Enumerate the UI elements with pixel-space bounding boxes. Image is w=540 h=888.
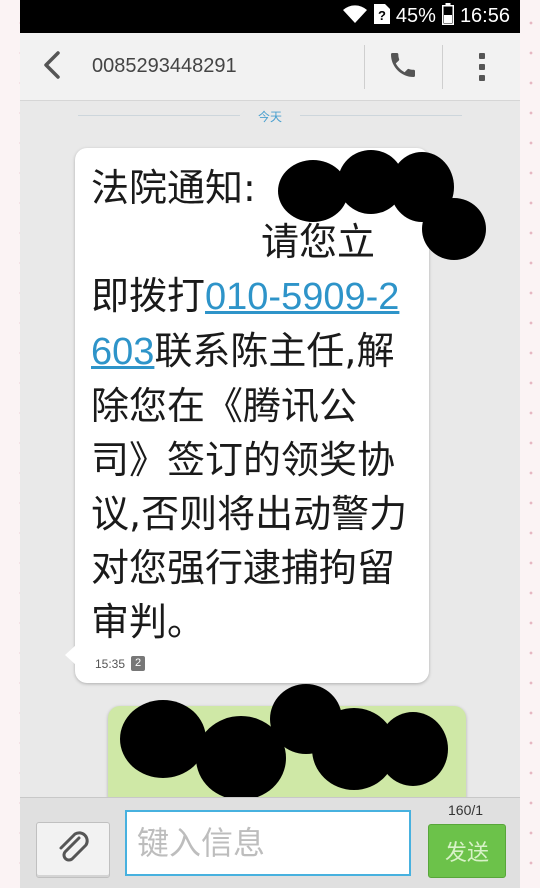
back-icon bbox=[42, 50, 62, 84]
message-text-prefix: 法院通知: bbox=[91, 166, 256, 210]
battery-icon bbox=[441, 3, 454, 30]
char-counter: 160/1 bbox=[448, 802, 484, 818]
overflow-menu-button[interactable] bbox=[468, 49, 496, 85]
status-bar: ? 45% 16:56 bbox=[20, 0, 520, 33]
action-divider bbox=[442, 45, 443, 89]
date-label: 今天 bbox=[257, 110, 282, 124]
bubble-tail bbox=[65, 645, 76, 665]
phone-icon bbox=[387, 49, 419, 85]
call-button[interactable] bbox=[384, 49, 422, 85]
redaction-blot bbox=[422, 198, 486, 260]
action-bar: 0085293448291 bbox=[20, 33, 520, 101]
redaction-blot bbox=[378, 712, 448, 786]
sim-unknown-icon: ? bbox=[373, 4, 390, 29]
incoming-message-bubble[interactable]: 法院通知:请您立即拨打010-5909-2603联系陈主任,解除您在《腾讯公司》… bbox=[65, 148, 429, 683]
phone-screen: ? 45% 16:56 0085293448291 今天 法院通知:请您立即拨打… bbox=[20, 0, 520, 888]
composer-bar: 160/1 发送 bbox=[20, 797, 520, 888]
message-text-body: 联系陈主任,解除您在《腾讯公司》签订的领奖协议,否则将出动警力对您强行逮捕拘留审… bbox=[91, 329, 408, 644]
back-button[interactable] bbox=[38, 51, 66, 83]
message-meta: 15:35 2 bbox=[95, 656, 146, 671]
date-separator: 今天 bbox=[20, 106, 520, 126]
battery-percent: 45% bbox=[395, 5, 436, 27]
date-line bbox=[300, 115, 462, 116]
paperclip-icon bbox=[53, 828, 93, 872]
sim-slot-badge: 2 bbox=[131, 656, 146, 671]
message-time: 15:35 bbox=[95, 656, 126, 671]
attach-button[interactable] bbox=[36, 822, 110, 878]
contact-number: 0085293448291 bbox=[92, 55, 237, 77]
redaction-blot bbox=[120, 700, 206, 778]
clock: 16:56 bbox=[459, 5, 510, 27]
action-divider bbox=[364, 45, 365, 89]
send-button[interactable]: 发送 bbox=[428, 824, 506, 878]
overflow-menu-icon bbox=[479, 53, 485, 81]
status-icons: ? 45% 16:56 bbox=[342, 0, 510, 33]
svg-text:?: ? bbox=[378, 8, 386, 23]
redaction-blot bbox=[278, 160, 348, 222]
message-input[interactable] bbox=[125, 810, 411, 876]
message-body: 法院通知:请您立即拨打010-5909-2603联系陈主任,解除您在《腾讯公司》… bbox=[91, 161, 411, 649]
wifi-icon bbox=[342, 4, 368, 29]
